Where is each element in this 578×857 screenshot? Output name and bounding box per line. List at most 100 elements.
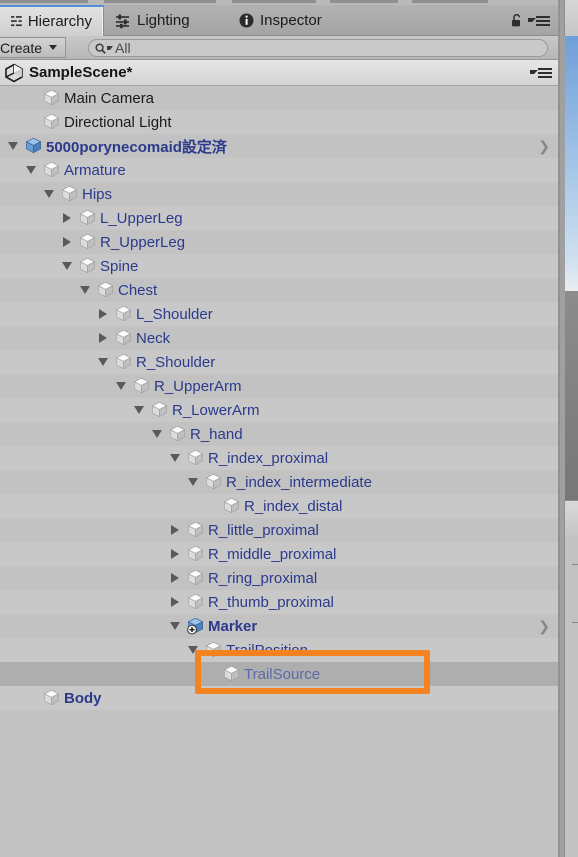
prefab-cube-icon (25, 137, 42, 154)
tree-row[interactable]: R_UpperArm (0, 374, 558, 398)
tree-row-selected[interactable]: TrailSource (0, 662, 558, 686)
sliders-icon (116, 14, 129, 28)
tree-row[interactable]: L_UpperLeg (0, 206, 558, 230)
tree-row[interactable]: R_index_proximal (0, 446, 558, 470)
expand-arrow-right-icon[interactable] (168, 518, 182, 542)
tree-row-label: L_Shoulder (136, 305, 213, 323)
tree-row[interactable]: Spine (0, 254, 558, 278)
gameobject-cube-icon (61, 185, 78, 202)
create-button[interactable]: Create (0, 37, 67, 58)
expand-arrow-down-icon[interactable] (186, 470, 200, 494)
tree-row-label: R_LowerArm (172, 401, 260, 419)
search-filter-caret-icon[interactable] (107, 46, 113, 50)
expand-arrow-down-icon[interactable] (42, 182, 56, 206)
expand-arrow-right-icon[interactable] (96, 326, 110, 350)
gameobject-cube-icon (187, 593, 204, 610)
expand-arrow-right-icon[interactable] (168, 590, 182, 614)
tree-row[interactable]: R_thumb_proximal (0, 590, 558, 614)
tab-inspector-label: Inspector (260, 12, 322, 29)
tree-row-label: R_index_proximal (208, 449, 329, 467)
tab-lighting[interactable]: Lighting (104, 5, 201, 36)
gameobject-cube-icon (79, 233, 96, 250)
tree-row[interactable]: Chest (0, 278, 558, 302)
tab-hierarchy-label: Hierarchy (27, 13, 92, 30)
tree-row[interactable]: Body (0, 686, 558, 710)
expand-arrow-down-icon[interactable] (150, 422, 164, 446)
tree-row[interactable]: R_hand (0, 422, 558, 446)
tree-row[interactable]: R_LowerArm (0, 398, 558, 422)
panel-tabbar: Hierarchy Lighting Inspector (0, 5, 558, 36)
panel-kebab-menu-icon[interactable] (528, 16, 550, 26)
tree-row[interactable]: R_UpperLeg (0, 230, 558, 254)
expand-arrow-down-icon[interactable] (24, 158, 38, 182)
panel-divider[interactable] (558, 0, 560, 857)
tree-row[interactable]: R_Shoulder (0, 350, 558, 374)
info-circle-icon (239, 13, 254, 28)
expand-arrow-down-icon[interactable] (60, 254, 74, 278)
hierarchy-toolbar: Create All (0, 36, 558, 60)
expand-arrow-down-icon[interactable] (168, 446, 182, 470)
unity-editor-window: Hierarchy Lighting Inspector Create All … (0, 0, 578, 857)
tab-inspector[interactable]: Inspector (228, 5, 333, 36)
expand-arrow-down-icon[interactable] (132, 398, 146, 422)
scene-name-label: SampleScene* (29, 64, 133, 81)
expand-arrow-down-icon[interactable] (168, 614, 182, 638)
gameobject-cube-icon (223, 497, 240, 514)
expand-arrow-right-icon[interactable] (96, 302, 110, 326)
tree-row-label: R_index_intermediate (226, 473, 372, 491)
expand-arrow-right-icon[interactable] (60, 206, 74, 230)
gameobject-cube-icon (223, 665, 240, 682)
tree-row[interactable]: Marker ❯ (0, 614, 558, 638)
scene-header-row[interactable]: SampleScene* (0, 60, 558, 86)
lower-panel-row-tick (572, 564, 578, 565)
tree-row-label: R_little_proximal (208, 521, 319, 539)
expand-arrow-right-icon[interactable] (168, 542, 182, 566)
plus-badge-icon (187, 624, 197, 635)
gameobject-cube-icon (169, 425, 186, 442)
tree-row[interactable]: 5000porynecomaid設定済 ❯ (0, 134, 558, 158)
prefab-open-chevron-icon[interactable]: ❯ (538, 139, 550, 153)
gameobject-cube-icon (115, 329, 132, 346)
tree-row[interactable]: R_middle_proximal (0, 542, 558, 566)
tree-row[interactable]: Main Camera (0, 86, 558, 110)
tree-row-label: TrailSource (244, 665, 321, 683)
tree-row[interactable]: R_index_distal (0, 494, 558, 518)
lock-open-icon[interactable] (511, 14, 522, 27)
tree-row-label: Armature (64, 161, 126, 179)
tree-row[interactable]: Armature (0, 158, 558, 182)
unity-scene-icon (5, 63, 23, 82)
tree-row[interactable]: R_ring_proximal (0, 566, 558, 590)
search-icon[interactable] (95, 42, 106, 54)
adjacent-panels-sliver (560, 0, 578, 857)
expand-arrow-down-icon[interactable] (186, 638, 200, 662)
tree-row[interactable]: L_Shoulder (0, 302, 558, 326)
gameobject-cube-icon (43, 89, 60, 106)
expand-arrow-right-icon[interactable] (60, 230, 74, 254)
gameobject-cube-icon (205, 641, 222, 658)
gameobject-cube-icon (97, 281, 114, 298)
scene-view-sliver (565, 36, 578, 291)
tree-row[interactable]: R_index_intermediate (0, 470, 558, 494)
tree-row-label: TrailPosition (226, 641, 308, 659)
expand-arrow-down-icon[interactable] (114, 374, 128, 398)
expand-arrow-down-icon[interactable] (6, 134, 20, 158)
tab-hierarchy[interactable]: Hierarchy (0, 5, 104, 36)
prefab-open-chevron-icon[interactable]: ❯ (538, 619, 550, 633)
gameobject-cube-icon (205, 473, 222, 490)
expand-arrow-down-icon[interactable] (78, 278, 92, 302)
prefab-added-cube-icon (187, 617, 204, 635)
search-input[interactable]: All (88, 39, 548, 57)
tree-row[interactable]: TrailPosition (0, 638, 558, 662)
hierarchy-tree[interactable]: Main Camera Directional Light 5000poryneco… (0, 86, 558, 857)
tree-row[interactable]: R_little_proximal (0, 518, 558, 542)
expand-arrow-down-icon[interactable] (96, 350, 110, 374)
expand-arrow-right-icon[interactable] (168, 566, 182, 590)
scene-kebab-menu-icon[interactable] (530, 68, 552, 78)
gameobject-cube-icon (187, 521, 204, 538)
tree-row[interactable]: Hips (0, 182, 558, 206)
tree-row[interactable]: Neck (0, 326, 558, 350)
create-button-label: Create (0, 39, 43, 56)
tree-row[interactable]: Directional Light (0, 110, 558, 134)
gameobject-cube-icon (79, 209, 96, 226)
tree-row-label: Body (64, 689, 102, 707)
